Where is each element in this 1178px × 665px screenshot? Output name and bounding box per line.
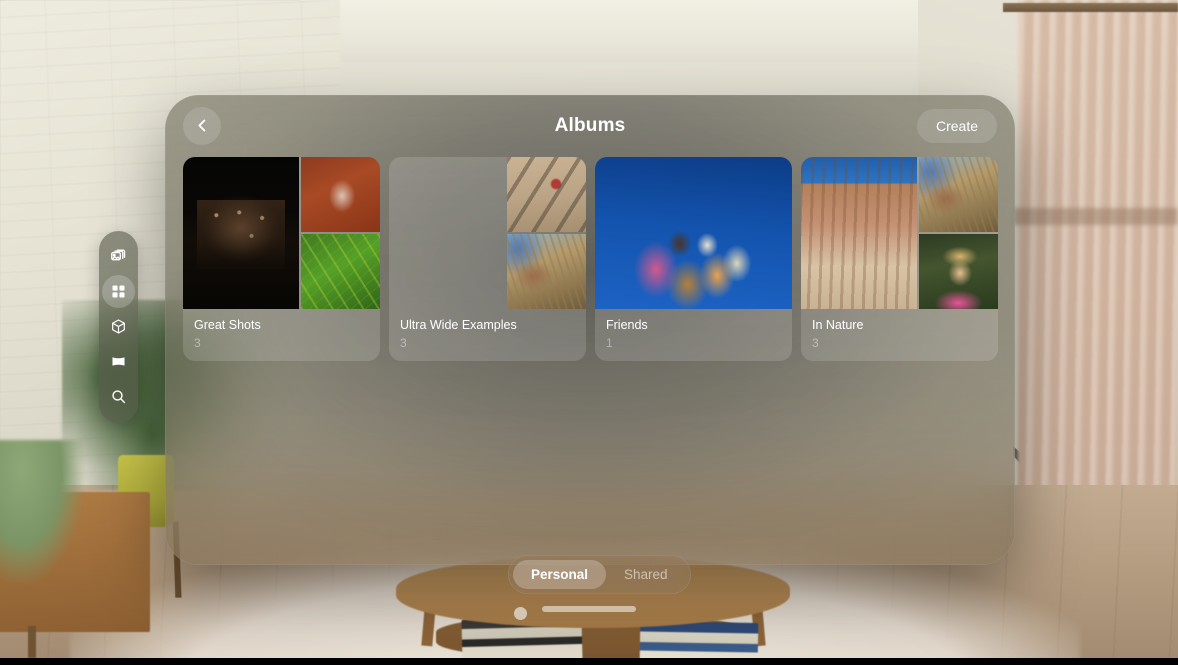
photo-thumb-hand-touching-wheat-field (919, 157, 998, 232)
chevron-left-icon (197, 119, 205, 132)
sidebar-item-albums[interactable] (102, 275, 135, 308)
create-button[interactable]: Create (916, 108, 997, 143)
window-resize-handle[interactable] (514, 607, 527, 620)
window-header: Albums Create (165, 98, 1015, 153)
photo-thumb-aerial-long-shadow-on-sand (507, 157, 586, 232)
library-scope-segmented-control: Personal Shared (508, 555, 691, 594)
photo-thumb-red-rock-canyon-cliffs (801, 157, 917, 309)
trailing-plant (0, 440, 85, 585)
album-thumbnail-collage (595, 157, 792, 309)
photo-thumb-smiling-person-pink-jacket (919, 234, 998, 309)
photo-thumb-green-leaf-macro (301, 234, 380, 309)
album-thumbnail-collage (801, 157, 998, 309)
albums-grid: Great Shots 3 Ultra Wide Examples 3 Frie… (165, 153, 1015, 362)
credenza-leg (28, 626, 36, 658)
photo-thumb-dark-stage-barn-performer (183, 157, 299, 309)
panorama-icon (112, 357, 125, 366)
album-meta: Great Shots 3 (183, 309, 380, 361)
album-photo-count: 3 (400, 336, 407, 350)
page-title: Albums (554, 114, 626, 136)
album-thumbnail-collage (389, 157, 586, 309)
book-stack-right (639, 620, 759, 664)
album-meta: Friends 1 (595, 309, 792, 361)
photo-library-icon (111, 249, 126, 261)
photo-thumb-hand-touching-wheat-field (507, 234, 586, 309)
album-title: Ultra Wide Examples (400, 318, 517, 332)
album-photo-count: 1 (606, 336, 613, 350)
tab-personal[interactable]: Personal (513, 560, 607, 589)
album-card[interactable]: Ultra Wide Examples 3 (389, 157, 586, 362)
album-photo-count: 3 (812, 336, 819, 350)
photos-app-window: Albums Create Great Shots 3 Ultra Wide E… (165, 95, 1015, 565)
album-meta: Ultra Wide Examples 3 (389, 309, 586, 361)
curtain-rod (1003, 3, 1178, 12)
album-title: Great Shots (194, 318, 261, 332)
sidebar-item-search[interactable] (102, 380, 135, 413)
screen-bottom-bezel (0, 658, 1178, 665)
sidebar-item-library[interactable] (102, 240, 135, 273)
window-drag-bar[interactable] (542, 606, 636, 612)
album-meta: In Nature 3 (801, 309, 998, 361)
photo-thumb-person-green-top-reaching-blue-sky (389, 157, 505, 309)
search-icon (112, 390, 126, 404)
photo-thumb-person-against-rust-orange-wall (301, 157, 380, 232)
album-card[interactable]: In Nature 3 (801, 157, 998, 362)
tab-shared[interactable]: Shared (606, 560, 686, 589)
back-button[interactable] (183, 106, 221, 145)
album-card[interactable]: Friends 1 (595, 157, 792, 362)
album-title: In Nature (812, 318, 864, 332)
album-thumbnail-collage (183, 157, 380, 309)
app-sidebar (99, 231, 138, 423)
album-card[interactable]: Great Shots 3 (183, 157, 380, 362)
spatial-cube-icon (112, 319, 125, 334)
curtain-tieback (1013, 208, 1178, 225)
album-title: Friends (606, 318, 648, 332)
photo-thumb-four-friends-against-blue-sky (595, 157, 792, 309)
albums-grid-icon (112, 285, 125, 298)
window-curtain (1018, 0, 1178, 560)
sidebar-item-spatial[interactable] (102, 310, 135, 343)
album-photo-count: 3 (194, 336, 201, 350)
sidebar-item-panoramas[interactable] (102, 345, 135, 378)
